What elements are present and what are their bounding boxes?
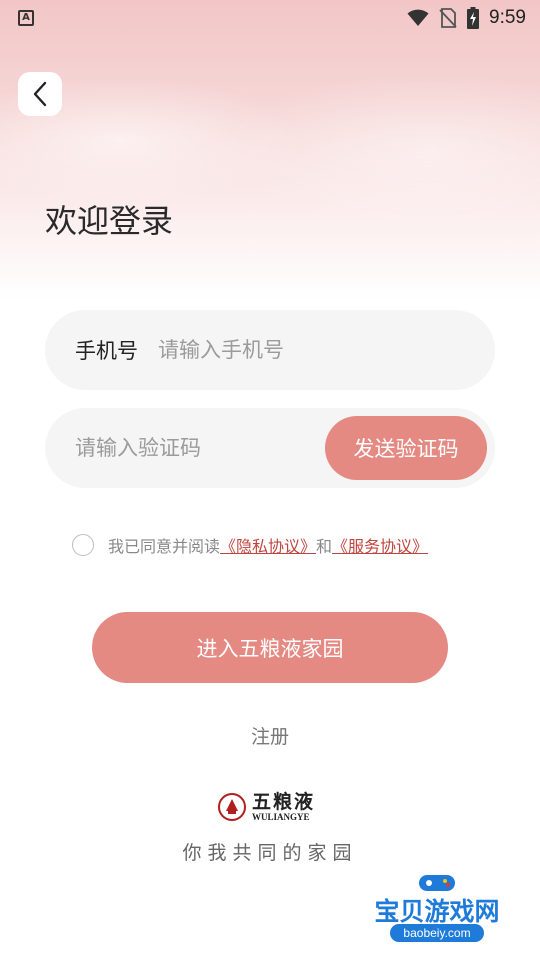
watermark: 宝贝游戏网 baobeiy.com [362, 870, 512, 952]
gamepad-icon [419, 875, 455, 891]
status-bar: A 9:59 [0, 0, 540, 36]
brand-slogan: 你我共同的家园 [182, 842, 358, 864]
wifi-icon [407, 9, 429, 26]
brand-name-en: WULIANGYE [252, 812, 310, 822]
agreement-checkbox[interactable] [72, 534, 94, 556]
brand-name-cn: 五粮液 [252, 791, 316, 813]
status-app-icon: A [18, 10, 34, 26]
agreement-conjunction: 和 [316, 537, 333, 556]
chevron-left-icon [33, 81, 47, 107]
no-sim-icon [439, 8, 457, 28]
watermark-title: 宝贝游戏网 [374, 897, 500, 926]
agreement-row: 我已同意并阅读 《隐私协议》 和 《服务协议》 [72, 533, 428, 557]
brand-logo: 五粮液 WULIANGYE [218, 790, 315, 824]
register-link[interactable]: 注册 [0, 722, 540, 749]
privacy-policy-link[interactable]: 《隐私协议》 [220, 533, 316, 557]
service-agreement-link[interactable]: 《服务协议》 [332, 533, 428, 557]
page-title: 欢迎登录 [45, 202, 174, 240]
brand-emblem-icon [218, 793, 246, 821]
status-time: 9:59 [489, 7, 526, 28]
phone-input[interactable] [158, 338, 418, 362]
verification-code-field: 发送验证码 [45, 408, 495, 488]
brand-wordmark: 五粮液 WULIANGYE [252, 792, 315, 822]
agreement-prefix: 我已同意并阅读 [108, 537, 221, 556]
back-button[interactable] [18, 72, 62, 116]
battery-charging-icon [467, 7, 480, 29]
phone-label: 手机号 [75, 339, 138, 363]
verification-code-input[interactable] [75, 436, 295, 460]
watermark-url: baobeiy.com [390, 924, 484, 942]
send-code-button[interactable]: 发送验证码 [325, 416, 487, 480]
enter-button[interactable]: 进入五粮液家园 [92, 612, 448, 683]
phone-field: 手机号 [45, 310, 495, 390]
status-right-group: 9:59 [407, 7, 526, 29]
header-background [0, 0, 540, 300]
